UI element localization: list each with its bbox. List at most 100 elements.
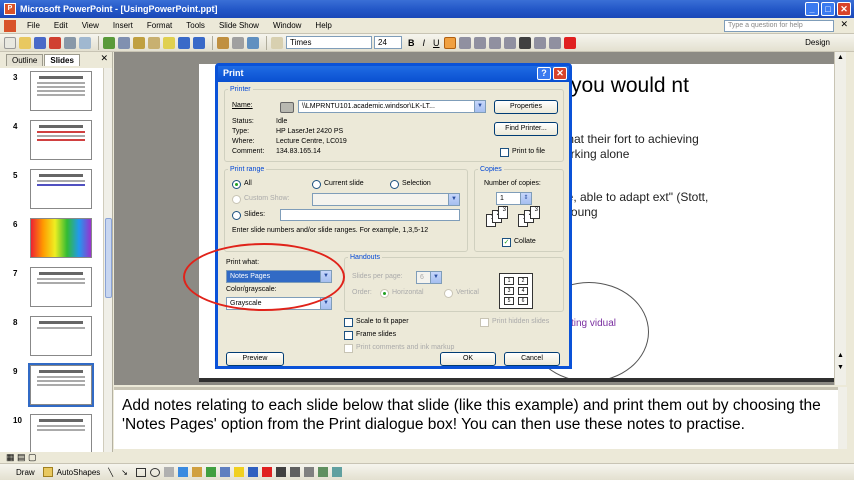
arrow-icon[interactable]: ↘ <box>121 468 128 477</box>
print-preview-icon[interactable] <box>79 36 91 49</box>
slide-thumbnail[interactable] <box>30 169 92 209</box>
redo-icon[interactable] <box>193 36 205 49</box>
undo-icon[interactable] <box>178 36 190 49</box>
slide-thumbnail[interactable] <box>30 120 92 160</box>
slide-body-text-2[interactable]: le, able to adapt ext" (Stott, Young <box>564 190 734 220</box>
doc-close-icon[interactable]: ✕ <box>840 19 848 30</box>
line-icon[interactable]: ╲ <box>108 468 113 477</box>
draw-menu[interactable]: Draw <box>16 468 35 477</box>
font-size-select[interactable]: 24 <box>374 36 402 49</box>
slide-thumbnail[interactable] <box>30 267 92 307</box>
frame-slides-checkbox[interactable] <box>344 331 353 340</box>
insert-chart-icon[interactable] <box>217 36 229 49</box>
list-item[interactable]: 8 <box>0 316 104 360</box>
autoshapes-menu[interactable]: AutoShapes <box>57 468 101 477</box>
list-item[interactable]: 10 <box>0 414 104 452</box>
properties-button[interactable]: Properties <box>494 100 558 114</box>
current-slide-radio[interactable] <box>312 180 321 189</box>
close-button[interactable]: ✕ <box>837 2 851 16</box>
all-radio[interactable] <box>232 180 241 189</box>
insert-table-icon[interactable] <box>232 36 244 49</box>
vertical-radio[interactable] <box>444 289 453 298</box>
collate-checkbox[interactable]: ✓ <box>502 238 511 247</box>
increase-font-icon[interactable] <box>518 36 531 49</box>
print-to-file-checkbox[interactable] <box>500 148 509 157</box>
print-icon[interactable] <box>64 36 76 49</box>
slide-scrollbar[interactable]: ▲ ▲ ▼ <box>834 52 846 385</box>
slides-per-page-select[interactable]: 6 ▼ <box>416 271 442 284</box>
arrow-style-icon[interactable] <box>303 467 314 477</box>
slide-thumbnail-selected[interactable] <box>28 363 94 407</box>
bold-button[interactable]: B <box>404 38 419 48</box>
slides-radio[interactable] <box>232 211 241 220</box>
menu-help[interactable]: Help <box>308 21 338 30</box>
custom-show-select[interactable]: ▼ <box>312 193 460 206</box>
pane-scrollbar[interactable] <box>103 68 112 452</box>
chevron-down-icon[interactable]: ▼ <box>474 101 485 112</box>
cancel-button[interactable]: Cancel <box>504 352 560 366</box>
list-item[interactable]: 6 <box>0 218 104 262</box>
save-icon[interactable] <box>34 36 46 49</box>
horizontal-radio[interactable] <box>380 289 389 298</box>
custom-show-radio[interactable] <box>232 195 241 204</box>
menu-tools[interactable]: Tools <box>179 21 212 30</box>
printer-name-select[interactable]: \\LMPRNTU101.academic.windsor\LK-LT... ▼ <box>298 100 486 113</box>
oval-icon[interactable] <box>149 467 160 477</box>
menu-slide-show[interactable]: Slide Show <box>212 21 266 30</box>
list-item[interactable]: 9 <box>0 363 104 409</box>
diagram-icon[interactable] <box>191 467 202 477</box>
shadow-icon[interactable] <box>317 467 328 477</box>
font-name-select[interactable]: Times <box>286 36 372 49</box>
picture-icon[interactable] <box>219 467 230 477</box>
slide-body-text[interactable]: that their fort to achieving orking alon… <box>564 132 734 162</box>
list-item[interactable]: 7 <box>0 267 104 311</box>
menu-insert[interactable]: Insert <box>106 21 140 30</box>
line-color-icon[interactable] <box>247 467 258 477</box>
design-button[interactable]: Design <box>801 38 834 47</box>
format-painter-icon[interactable] <box>163 36 175 49</box>
maximize-button[interactable]: □ <box>821 2 835 16</box>
font-color-draw-icon[interactable] <box>261 467 272 477</box>
pane-close-icon[interactable]: ✕ <box>100 53 108 64</box>
slide-thumbnail[interactable] <box>30 218 92 258</box>
menu-view[interactable]: View <box>75 21 106 30</box>
fill-color-icon[interactable] <box>233 467 244 477</box>
stepper-icon[interactable]: ⇕ <box>520 193 531 204</box>
view-buttons[interactable]: ▦ ▤ ▢ <box>6 452 37 463</box>
notes-pane[interactable]: Add notes relating to each slide below t… <box>114 387 838 449</box>
slide-thumbnail[interactable] <box>30 316 92 356</box>
copies-stepper[interactable]: 1 ⇕ <box>496 192 532 205</box>
scale-to-fit-checkbox[interactable] <box>344 318 353 327</box>
3d-icon[interactable] <box>331 467 342 477</box>
notes-scrollbar[interactable] <box>838 387 847 449</box>
font-color-icon[interactable] <box>563 36 576 49</box>
italic-button[interactable]: I <box>419 38 430 48</box>
clipart-icon[interactable] <box>205 467 216 477</box>
help-button[interactable]: ? <box>537 67 551 80</box>
numbering-icon[interactable] <box>488 36 501 49</box>
list-item[interactable]: 5 <box>0 169 104 213</box>
tab-outline[interactable]: Outline <box>6 54 44 66</box>
rectangle-icon[interactable] <box>135 467 146 477</box>
select-objects-icon[interactable] <box>42 467 53 477</box>
align-left-icon[interactable] <box>443 36 456 49</box>
list-item[interactable]: 4 <box>0 120 104 164</box>
menu-format[interactable]: Format <box>140 21 179 30</box>
document-icon[interactable] <box>4 19 16 32</box>
preview-button[interactable]: Preview <box>226 352 284 366</box>
open-icon[interactable] <box>19 36 31 49</box>
help-search-input[interactable]: Type a question for help <box>724 20 834 32</box>
cut-icon[interactable] <box>118 36 130 49</box>
dialog-close-button[interactable]: ✕ <box>553 67 567 80</box>
wordart-icon[interactable] <box>177 467 188 477</box>
menu-window[interactable]: Window <box>266 21 308 30</box>
print-comments-checkbox[interactable] <box>344 344 353 353</box>
tab-slides[interactable]: Slides <box>44 54 80 66</box>
bullets-icon[interactable] <box>503 36 516 49</box>
line-style-icon[interactable] <box>275 467 286 477</box>
find-printer-button[interactable]: Find Printer... <box>494 122 558 136</box>
minimize-button[interactable]: _ <box>805 2 819 16</box>
list-item[interactable]: 3 <box>0 71 104 115</box>
chevron-down-icon[interactable]: ▼ <box>448 194 459 205</box>
permission-icon[interactable] <box>49 36 61 49</box>
